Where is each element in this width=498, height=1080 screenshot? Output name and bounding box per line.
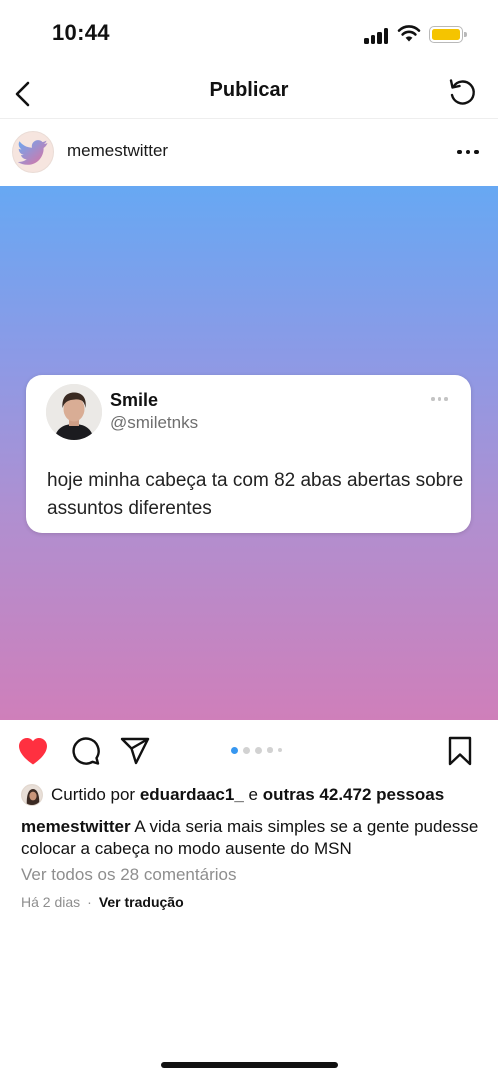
- refresh-button[interactable]: [444, 74, 480, 110]
- more-horizontal-icon: [455, 149, 481, 155]
- post-time: Há 2 dias: [21, 894, 81, 910]
- avatar[interactable]: [12, 131, 54, 173]
- likes-count[interactable]: outras 42.472 pessoas: [263, 785, 444, 805]
- wifi-icon: [397, 24, 421, 42]
- home-indicator: [161, 1062, 338, 1068]
- save-button[interactable]: [443, 734, 477, 768]
- see-translation-link[interactable]: Ver tradução: [99, 894, 184, 910]
- likes-prefix: Curtido por: [51, 785, 136, 804]
- tweet-avatar: [46, 384, 102, 440]
- post-username[interactable]: memestwitter: [67, 141, 168, 161]
- tweet-more-icon: [430, 397, 450, 401]
- battery-icon: [429, 26, 467, 43]
- post-media[interactable]: Smile @smiletnks hoje minha cabeça ta co…: [0, 186, 498, 720]
- send-icon: [120, 737, 150, 765]
- cellular-signal-icon: [364, 28, 390, 44]
- bookmark-icon: [448, 736, 472, 766]
- status-time: 10:44: [52, 20, 110, 45]
- tweet-card: Smile @smiletnks hoje minha cabeça ta co…: [26, 375, 471, 533]
- liker-avatar: [21, 784, 43, 806]
- tweet-author-handle: @smiletnks: [110, 413, 199, 432]
- heart-filled-icon: [19, 738, 47, 765]
- bird-logo-icon: [18, 140, 48, 165]
- rotate-ccw-icon: [449, 79, 475, 105]
- post-actions: [0, 728, 498, 774]
- page-title: Publicar: [209, 79, 289, 101]
- status-bar: 10:44: [0, 0, 498, 70]
- tweet-author-name: Smile: [110, 390, 159, 410]
- top-nav-header: Publicar: [0, 70, 498, 118]
- share-button[interactable]: [118, 734, 152, 768]
- header-divider: [0, 118, 498, 119]
- carousel-dot: [255, 746, 262, 754]
- carousel-dot: [267, 747, 273, 753]
- likes-summary[interactable]: Curtido por eduardaac1_ e outras 42.472 …: [21, 782, 444, 808]
- likes-conjunction: e: [248, 785, 258, 804]
- post-meta: Há 2 dias · Ver tradução: [21, 894, 184, 910]
- carousel-indicator: [231, 745, 287, 755]
- like-button[interactable]: [16, 734, 50, 768]
- carousel-dot: [243, 746, 250, 754]
- comment-icon: [72, 737, 100, 765]
- more-options-button[interactable]: [454, 138, 482, 166]
- liker-username[interactable]: eduardaac1_: [140, 785, 244, 805]
- battery-level: [432, 29, 460, 40]
- post-header: memestwitter: [0, 128, 498, 178]
- carousel-dot: [277, 748, 282, 752]
- post-caption: memestwitter A vida seria mais simples s…: [21, 816, 481, 860]
- caption-username[interactable]: memestwitter: [21, 817, 131, 836]
- view-all-comments-link[interactable]: Ver todos os 28 comentários: [21, 865, 236, 885]
- comment-button[interactable]: [68, 734, 102, 768]
- tweet-text: hoje minha cabeça ta com 82 abas abertas…: [47, 470, 464, 519]
- carousel-dot-active: [231, 746, 238, 754]
